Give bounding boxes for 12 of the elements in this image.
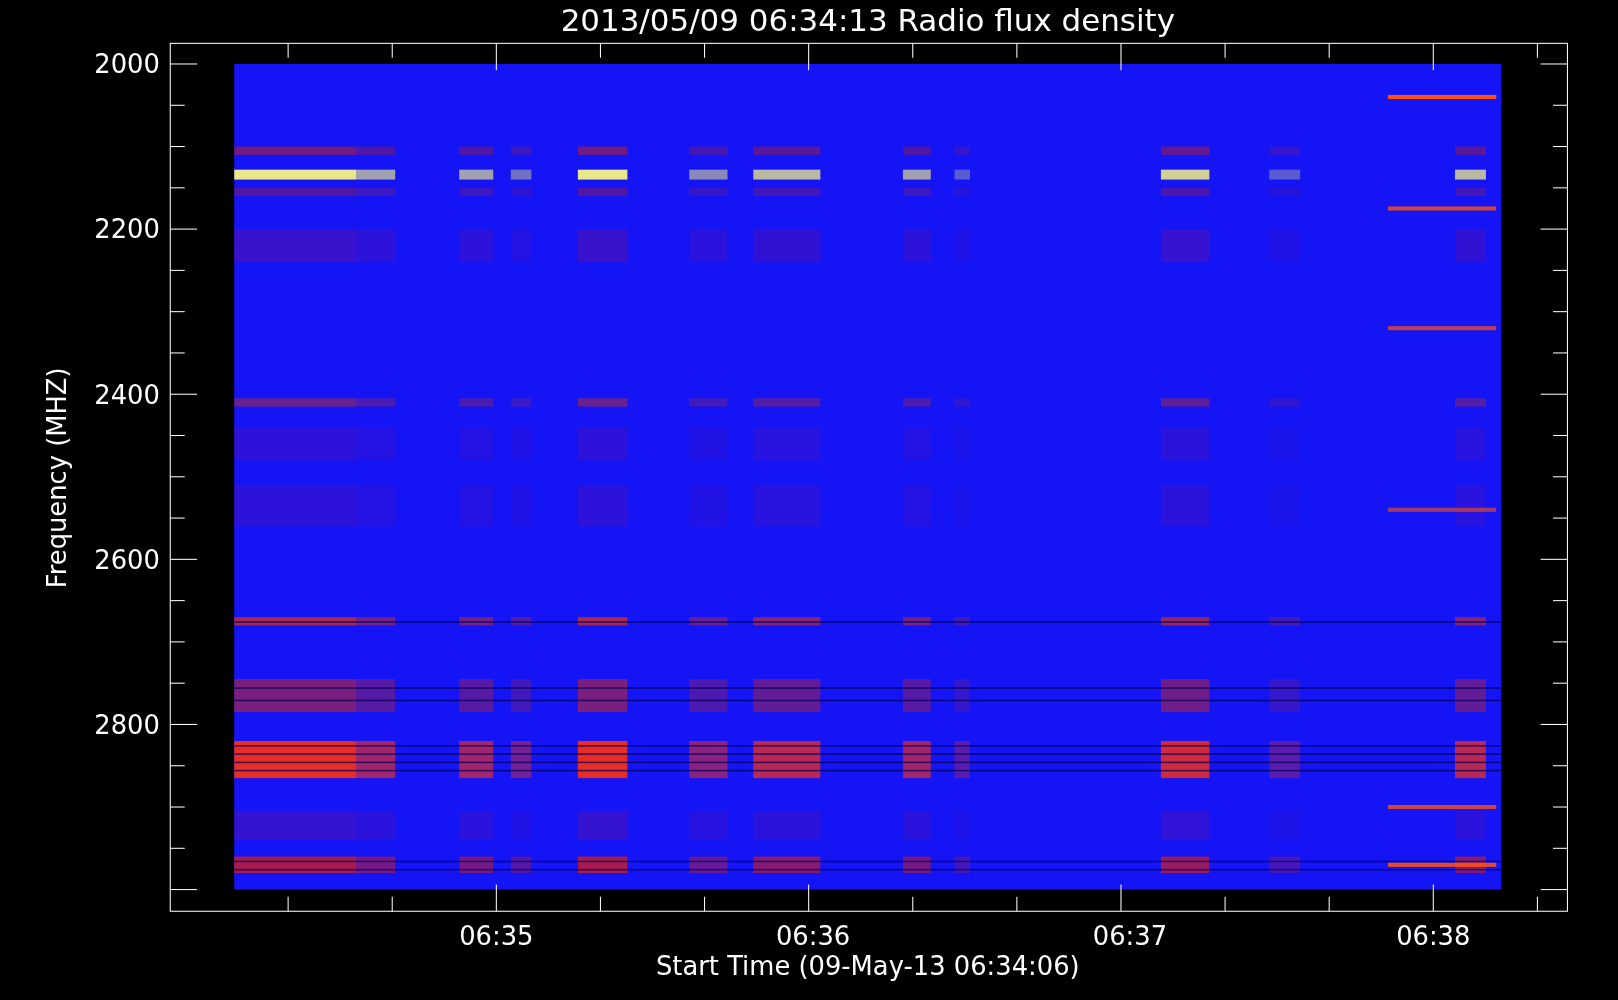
x-tick-label: 06:38 xyxy=(1396,921,1471,952)
x-tick-label: 06:35 xyxy=(459,921,534,952)
y-tick-label: 2400 xyxy=(94,379,160,410)
y-tick-label: 2200 xyxy=(94,214,160,245)
y-tick-label: 2600 xyxy=(94,544,160,575)
y-tick-label: 2000 xyxy=(94,49,160,80)
x-axis-title: Start Time (09-May-13 06:34:06) xyxy=(656,951,1080,982)
y-axis-title: Frequency (MHZ) xyxy=(42,367,73,589)
x-tick-label: 06:37 xyxy=(1092,921,1168,952)
y-tick-label: 2800 xyxy=(94,709,160,740)
x-tick-label: 06:36 xyxy=(775,921,851,952)
chart-title: 2013/05/09 06:34:13 Radio flux density xyxy=(560,1,1175,38)
